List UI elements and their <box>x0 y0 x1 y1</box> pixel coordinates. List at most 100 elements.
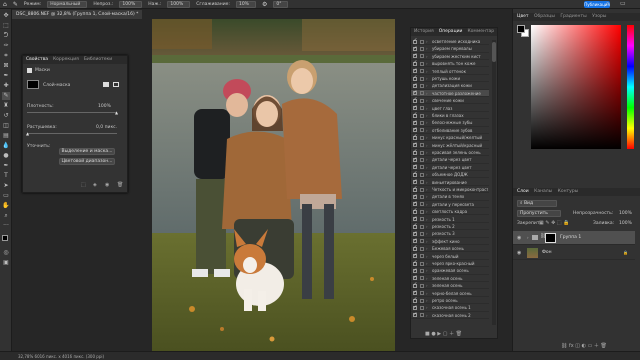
checkbox-icon[interactable] <box>413 245 417 251</box>
marquee-tool-icon[interactable]: ⬚ <box>2 22 10 30</box>
chevron-right-icon[interactable]: › <box>426 164 428 171</box>
checkbox-icon[interactable] <box>413 97 417 103</box>
color-field[interactable] <box>531 25 621 149</box>
chevron-right-icon[interactable]: › <box>426 82 428 89</box>
dialog-toggle-icon[interactable] <box>420 187 424 192</box>
actions-scrollbar[interactable] <box>492 40 496 325</box>
color-range-button[interactable]: Цветовой диапазон... <box>59 158 115 165</box>
dialog-toggle-icon[interactable] <box>420 202 424 207</box>
load-selection-icon[interactable]: ⬚ <box>81 182 86 188</box>
gradient-tool-icon[interactable]: ▤ <box>2 132 10 140</box>
action-item[interactable]: › свечение кожи <box>411 97 489 105</box>
chevron-right-icon[interactable]: › <box>426 297 428 304</box>
document-canvas[interactable] <box>152 19 395 353</box>
chevron-right-icon[interactable]: › <box>426 97 428 104</box>
action-item[interactable]: › ретушь кожи <box>411 75 489 83</box>
chevron-right-icon[interactable]: › <box>426 267 428 274</box>
delete-action-icon[interactable]: 🗑 <box>456 331 462 337</box>
quick-mask-icon[interactable]: ◎ <box>2 249 10 257</box>
shape-tool-icon[interactable]: ▭ <box>2 192 10 200</box>
chevron-right-icon[interactable]: › <box>426 119 428 126</box>
checkbox-icon[interactable] <box>413 305 417 310</box>
checkbox-icon[interactable] <box>413 223 417 229</box>
record-icon[interactable]: ● <box>431 331 435 337</box>
chevron-right-icon[interactable]: › <box>527 235 529 240</box>
fx-icon[interactable]: fx <box>569 343 574 349</box>
chevron-right-icon[interactable]: › <box>426 238 428 245</box>
link-layers-icon[interactable]: ⛓ <box>561 343 567 349</box>
action-item[interactable]: › через белый <box>411 253 489 260</box>
action-item[interactable]: › частотное разложение <box>411 89 489 97</box>
more-tools-icon[interactable]: ··· <box>2 222 10 230</box>
dialog-toggle-icon[interactable] <box>420 239 424 244</box>
checkbox-icon[interactable] <box>413 157 417 162</box>
action-item[interactable]: › детали в тенях <box>411 193 489 201</box>
chevron-right-icon[interactable]: › <box>426 149 428 156</box>
document-tab[interactable]: DSC_8806.NEF @ 32,8% (Группа 1, Слой-мас… <box>12 10 143 19</box>
checkbox-icon[interactable] <box>413 90 417 96</box>
type-tool-icon[interactable]: T <box>2 172 10 180</box>
dialog-toggle-icon[interactable] <box>420 106 424 111</box>
apply-mask-icon[interactable]: ◈ <box>93 182 97 188</box>
dialog-toggle-icon[interactable] <box>420 157 424 162</box>
eraser-tool-icon[interactable]: ◫ <box>2 122 10 130</box>
density-slider[interactable] <box>27 112 117 113</box>
dialog-toggle-icon[interactable] <box>420 83 424 88</box>
action-item[interactable]: › объемное ДОДЖ <box>411 171 489 179</box>
path-select-tool-icon[interactable]: ➤ <box>2 182 10 190</box>
tab-comments[interactable]: Комментар <box>467 28 494 36</box>
dialog-toggle-icon[interactable] <box>420 120 424 125</box>
search-icon[interactable]: ⌕ <box>606 0 609 8</box>
mode-dropdown[interactable]: Нормальный <box>47 0 88 8</box>
tab-gradients[interactable]: Градиенты <box>560 14 586 19</box>
brush-tool-icon[interactable]: ✎ <box>2 92 10 100</box>
layer-name[interactable]: Фон <box>542 250 552 255</box>
dialog-toggle-icon[interactable] <box>420 246 424 251</box>
chevron-right-icon[interactable]: › <box>426 112 428 119</box>
dialog-toggle-icon[interactable] <box>420 61 424 66</box>
chevron-right-icon[interactable]: › <box>426 312 428 319</box>
checkbox-icon[interactable] <box>413 312 417 318</box>
chevron-right-icon[interactable]: › <box>426 230 428 237</box>
dialog-toggle-icon[interactable] <box>420 194 424 199</box>
layer-opacity-value[interactable]: 100% <box>619 211 632 216</box>
tab-color[interactable]: Цвет <box>517 14 529 19</box>
checkbox-icon[interactable] <box>413 120 417 125</box>
action-item[interactable]: › резкость 1 <box>411 216 489 223</box>
action-item[interactable]: › выровнять тон коже <box>411 60 489 68</box>
checkbox-icon[interactable] <box>413 186 417 192</box>
trash-icon[interactable]: 🗑 <box>117 182 123 188</box>
checkbox-icon[interactable] <box>413 127 417 133</box>
angle-field[interactable]: 0° <box>273 0 289 8</box>
dialog-toggle-icon[interactable] <box>420 180 424 185</box>
dialog-toggle-icon[interactable] <box>420 276 424 281</box>
visibility-icon[interactable]: ◉ <box>105 182 109 188</box>
action-item[interactable]: › зеленая осень <box>411 282 489 290</box>
history-brush-icon[interactable]: ↺ <box>2 112 10 120</box>
action-item[interactable]: › детали через цвет <box>411 164 489 171</box>
action-item[interactable]: › блики в глазах <box>411 112 489 120</box>
blur-tool-icon[interactable]: 💧 <box>2 142 10 150</box>
chevron-right-icon[interactable]: › <box>426 60 428 67</box>
tab-patterns[interactable]: Узоры <box>592 14 606 19</box>
chevron-right-icon[interactable]: › <box>426 127 428 134</box>
pressure-field[interactable]: 100% <box>167 0 191 8</box>
tab-history[interactable]: История <box>414 28 434 36</box>
dialog-toggle-icon[interactable] <box>420 98 424 103</box>
dialog-toggle-icon[interactable] <box>420 39 424 44</box>
action-item[interactable]: › детализация кожи <box>411 82 489 90</box>
chevron-right-icon[interactable]: › <box>426 253 428 260</box>
action-item[interactable]: › сказочная осень 2 <box>411 312 489 319</box>
checkbox-icon[interactable] <box>413 275 417 281</box>
dialog-toggle-icon[interactable] <box>420 283 424 288</box>
eye-icon[interactable]: ◉ <box>517 250 521 256</box>
tab-swatches[interactable]: Образцы <box>534 14 555 19</box>
action-item[interactable]: › минус красный/желтый <box>411 134 489 142</box>
dialog-toggle-icon[interactable] <box>420 209 424 214</box>
dialog-toggle-icon[interactable] <box>420 305 424 310</box>
chevron-right-icon[interactable]: › <box>426 179 428 186</box>
chevron-right-icon[interactable]: › <box>426 282 428 289</box>
tab-properties[interactable]: Свойства <box>26 56 48 64</box>
dialog-toggle-icon[interactable] <box>420 113 424 118</box>
action-item[interactable]: › оранжевая осень <box>411 267 489 275</box>
